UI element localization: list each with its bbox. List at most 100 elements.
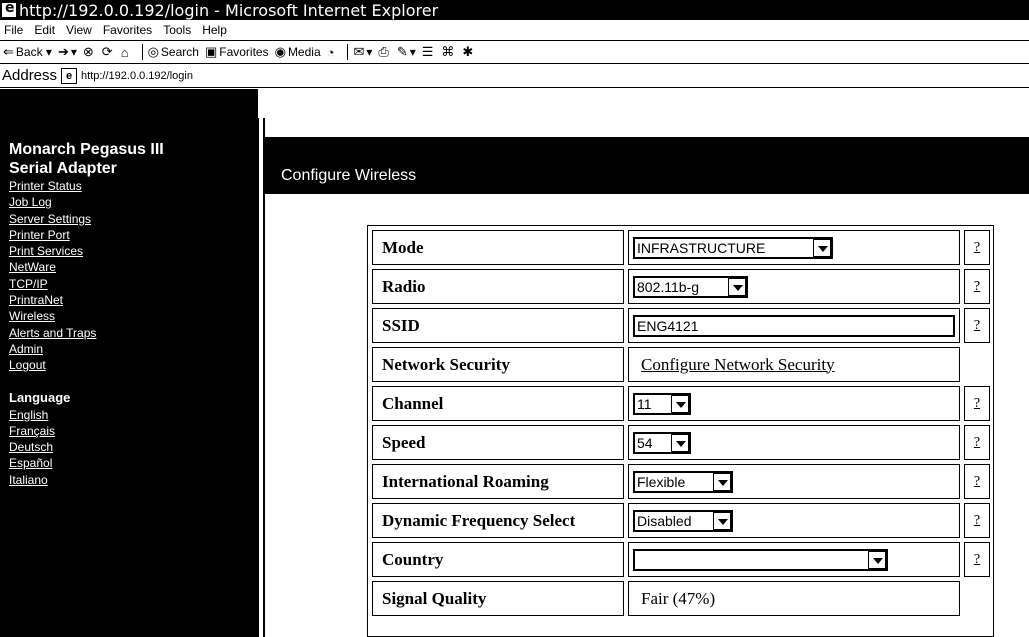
dropdown-arrow-icon (813, 238, 831, 257)
refresh-icon: ⟳ (101, 44, 113, 59)
dropdown-arrow-icon (728, 277, 746, 296)
country-select[interactable] (633, 548, 888, 571)
menu-bar: File Edit View Favorites Tools Help (0, 20, 1029, 41)
menu-file[interactable]: File (4, 23, 23, 37)
history-button[interactable]: ◔ (327, 45, 337, 60)
row-value-cell: 54 (628, 425, 960, 460)
toolbar: ⇐ Back ▾ ➔ ▾ ⊗ ⟳ ⌂ ◎ Search ▣ Favorites ◉ Med… (0, 41, 1029, 64)
sidebar-link-wireless[interactable]: Wireless (9, 308, 258, 324)
research-button[interactable]: ⌘ (441, 44, 456, 60)
forward-arrow-icon: ➔ (57, 44, 69, 59)
page-header: Configure Wireless (265, 137, 1029, 194)
row-label-mode: Mode (372, 230, 624, 265)
language-link-english[interactable]: English (9, 407, 258, 423)
row-label-international-roaming: International Roaming (372, 464, 624, 499)
channel-select[interactable]: 11 (633, 392, 691, 415)
sidebar-link-netware[interactable]: NetWare (9, 259, 258, 275)
stop-icon: ⊗ (82, 44, 94, 59)
history-icon: ◔ (326, 44, 335, 60)
international-roaming-select[interactable]: Flexible (633, 470, 733, 493)
row-value-cell: Configure Network Security (628, 347, 960, 382)
help-link[interactable]: ? (964, 503, 990, 538)
window-title: http://192.0.0.192/login - Microsoft Int… (19, 0, 439, 20)
help-link[interactable]: ? (964, 464, 990, 499)
mode-select[interactable]: INFRASTRUCTURE (633, 236, 833, 259)
page-title: Configure Wireless (281, 167, 417, 184)
select-value: INFRASTRUCTURE (637, 239, 766, 256)
row-value-cell: INFRASTRUCTURE (628, 230, 960, 265)
internet-explorer-icon (2, 0, 16, 17)
menu-help[interactable]: Help (202, 23, 227, 37)
print-button[interactable]: ⎙ (378, 44, 390, 60)
language-link-francais[interactable]: Français (9, 423, 258, 439)
sidebar-link-logout[interactable]: Logout (9, 357, 258, 373)
radio-select[interactable]: 802.11b-g (633, 275, 748, 298)
media-icon: ◉ (274, 44, 286, 59)
menu-view[interactable]: View (66, 23, 92, 37)
signal-quality-value: Fair (47%) (641, 588, 716, 608)
frame-divider[interactable] (258, 118, 265, 637)
media-button[interactable]: ◉ Media (275, 44, 321, 60)
mail-button[interactable]: ✉ ▾ (353, 44, 372, 60)
row-label-network-security: Network Security (372, 347, 624, 382)
toolbar-separator (141, 44, 143, 60)
search-button[interactable]: ◎ Search (148, 44, 199, 60)
row-label-country: Country (372, 542, 624, 577)
row-label-radio: Radio (372, 269, 624, 304)
configure-network-security-link[interactable]: Configure Network Security (633, 355, 835, 375)
address-label: Address (2, 67, 58, 84)
sidebar-link-printer-status[interactable]: Printer Status (9, 178, 258, 194)
back-button[interactable]: ⇐ Back ▾ (3, 44, 52, 60)
sidebar-link-print-services[interactable]: Print Services (9, 243, 258, 259)
sidebar-link-admin[interactable]: Admin (9, 341, 258, 357)
menu-tools[interactable]: Tools (163, 23, 191, 37)
sidebar-link-server-settings[interactable]: Server Settings (9, 211, 258, 227)
ssid-input[interactable]: ENG4121 (633, 314, 955, 337)
help-link[interactable]: ? (964, 386, 990, 421)
help-link[interactable]: ? (964, 269, 990, 304)
discuss-button[interactable]: ☰ (422, 44, 436, 60)
address-input[interactable]: e http://192.0.0.192/login (61, 65, 1029, 87)
help-link[interactable]: ? (964, 308, 990, 343)
search-icon: ◎ (147, 44, 159, 59)
language-link-espanol[interactable]: Español (9, 455, 258, 471)
menu-favorites[interactable]: Favorites (103, 23, 152, 37)
help-link[interactable]: ? (964, 542, 990, 577)
address-url: http://192.0.0.192/login (81, 69, 193, 82)
sidebar-link-job-log[interactable]: Job Log (9, 194, 258, 210)
sidebar-top-strip (0, 89, 258, 118)
sidebar-link-alerts-and-traps[interactable]: Alerts and Traps (9, 325, 258, 341)
page-icon: e (61, 67, 78, 84)
language-heading: Language (9, 389, 71, 405)
edit-button[interactable]: ✎ ▾ (397, 44, 416, 60)
row-label-speed: Speed (372, 425, 624, 460)
language-link-italiano[interactable]: Italiano (9, 472, 258, 488)
dropdown-arrow-icon (671, 433, 689, 452)
toolbar-separator (347, 44, 349, 60)
language-link-deutsch[interactable]: Deutsch (9, 439, 258, 455)
dropdown-arrow-icon (713, 511, 731, 530)
help-link[interactable]: ? (964, 230, 990, 265)
dropdown-arrow-icon (713, 472, 731, 491)
row-value-cell: Fair (47%) (628, 581, 960, 616)
sidebar-link-printranet[interactable]: PrintraNet (9, 292, 258, 308)
forward-button[interactable]: ➔ ▾ (58, 44, 77, 60)
window-title-bar[interactable]: http://192.0.0.192/login - Microsoft Int… (0, 0, 1029, 20)
print-icon: ⎙ (378, 44, 389, 59)
help-link[interactable]: ? (964, 425, 990, 460)
speed-select[interactable]: 54 (633, 431, 691, 454)
stop-button[interactable]: ⊗ (83, 44, 96, 60)
favorites-button[interactable]: ▣ Favorites (205, 44, 269, 60)
dynamic-frequency-select[interactable]: Disabled (633, 509, 733, 532)
home-button[interactable]: ⌂ (121, 45, 131, 60)
row-value-cell: 802.11b-g (628, 269, 960, 304)
menu-edit[interactable]: Edit (34, 23, 55, 37)
sidebar-link-printer-port[interactable]: Printer Port (9, 227, 258, 243)
sidebar-link-tcp-ip[interactable]: TCP/IP (9, 276, 258, 292)
messenger-button[interactable]: ✱ (462, 44, 475, 60)
refresh-button[interactable]: ⟳ (102, 44, 115, 60)
select-value: Flexible (637, 473, 686, 490)
select-value: 11 (637, 395, 652, 412)
edit-icon: ✎ (396, 44, 408, 59)
row-label-channel: Channel (372, 386, 624, 421)
